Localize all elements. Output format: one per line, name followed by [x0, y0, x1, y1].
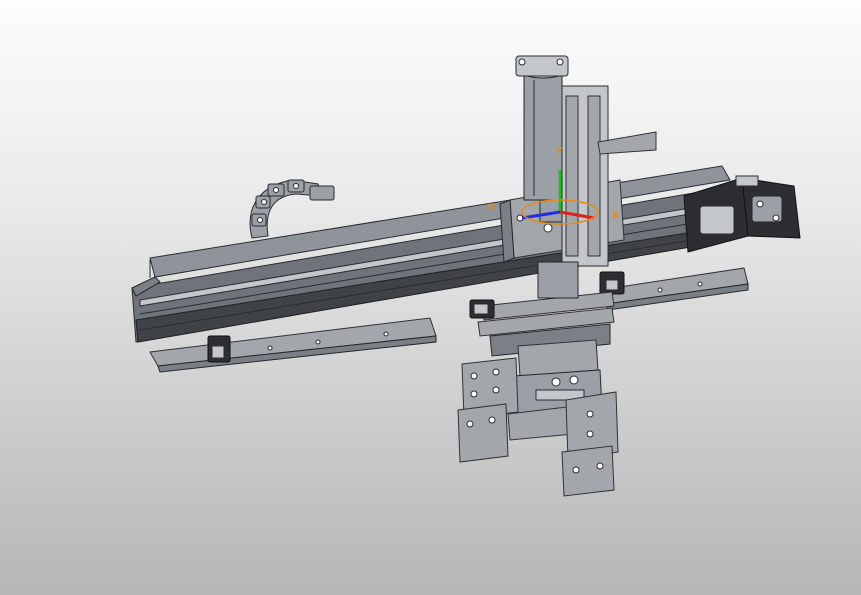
- stepper-motor[interactable]: [683, 175, 801, 253]
- triad-z-label: Z: [488, 203, 495, 213]
- gantry-assembly-model[interactable]: Z X Y: [0, 0, 861, 595]
- gripper-jaw-right[interactable]: [561, 391, 619, 497]
- cad-3d-viewport[interactable]: Z X Y: [0, 0, 861, 595]
- gripper-jaw-left[interactable]: [457, 357, 519, 463]
- triad-x-label: X: [612, 211, 619, 221]
- linear-rail[interactable]: [131, 165, 731, 343]
- triad-y-label: Y: [555, 147, 563, 157]
- cable-drag-chain[interactable]: [249, 179, 335, 239]
- mounting-plate-right[interactable]: [599, 267, 749, 311]
